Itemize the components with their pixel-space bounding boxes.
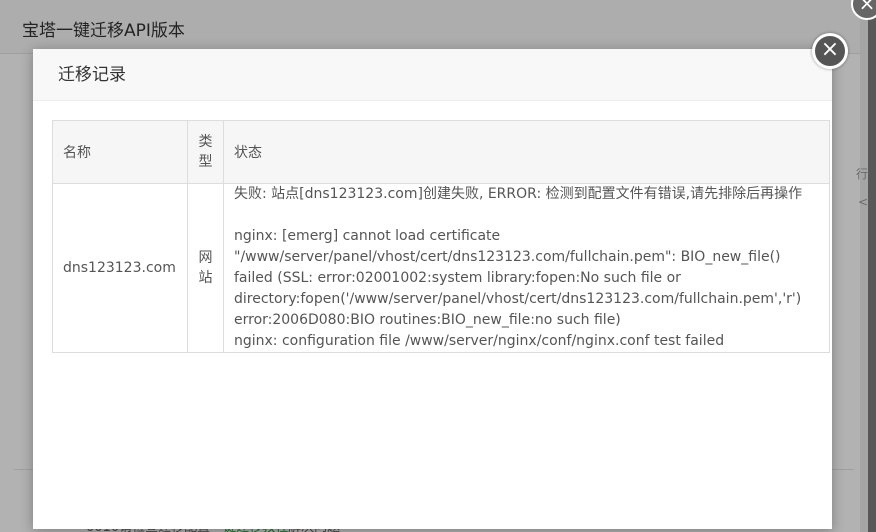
close-icon[interactable]: × xyxy=(812,33,848,69)
header-status: 状态 xyxy=(223,120,830,184)
status-line-1: 失败: 站点[dns123123.com]创建失败, ERROR: 检测到配置文… xyxy=(234,186,803,202)
status-spacer xyxy=(234,205,819,226)
header-type: 类型 xyxy=(187,120,224,184)
status-line-3: nginx: configuration file /www/server/ng… xyxy=(234,333,725,349)
row-status: 失败: 站点[dns123123.com]创建失败, ERROR: 检测到配置文… xyxy=(223,183,830,353)
row-type: 网站 xyxy=(187,183,224,353)
table-header-row: 名称 类型 状态 xyxy=(52,120,830,184)
modal-title: 迁移记录 xyxy=(58,65,126,85)
modal-header: 迁移记录 xyxy=(33,49,832,101)
records-table: 名称 类型 状态 dns123123.com 网站 失败: 站点[dns1231… xyxy=(52,120,830,353)
migration-records-modal: 迁移记录 名称 类型 状态 dns123123.com 网站 失败: 站点[dn… xyxy=(33,49,832,529)
row-name: dns123123.com xyxy=(52,183,188,353)
table-row: dns123123.com 网站 失败: 站点[dns123123.com]创建… xyxy=(52,183,830,353)
status-line-2: nginx: [emerg] cannot load certificate "… xyxy=(234,228,806,328)
row-type-label: 网站 xyxy=(198,250,213,286)
header-name: 名称 xyxy=(52,120,188,184)
header-type-label: 类型 xyxy=(198,134,213,170)
